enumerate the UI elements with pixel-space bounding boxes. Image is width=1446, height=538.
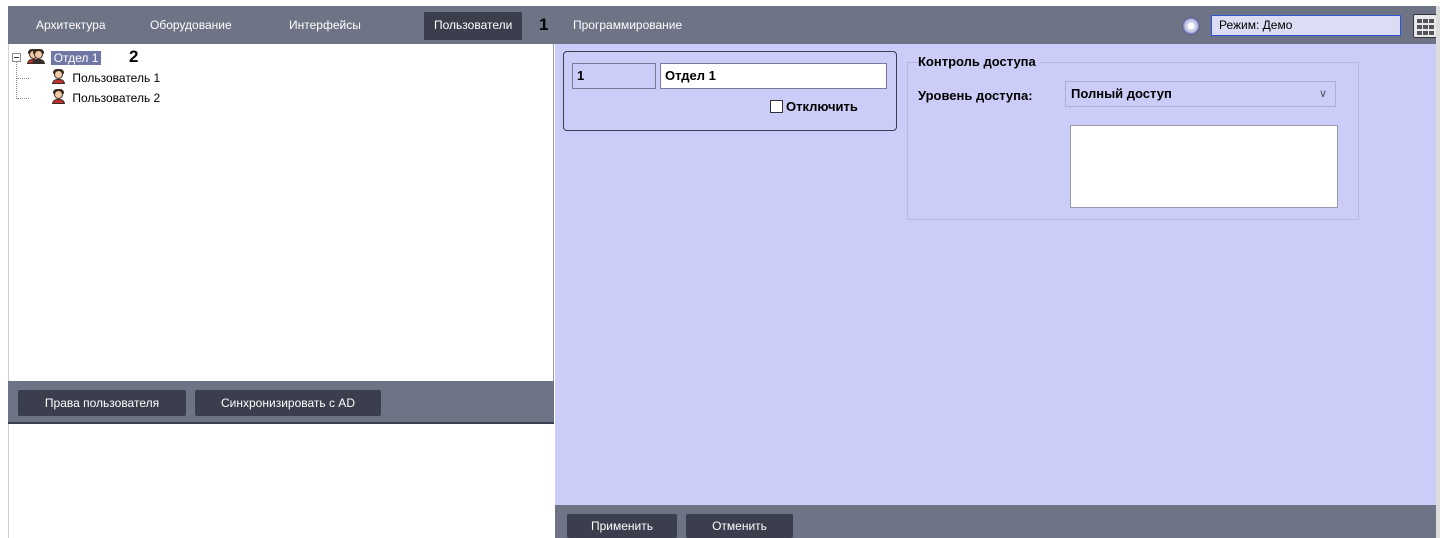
department-settings-panel: 1 Отдел 1 Отключить Контроль доступа Уро… <box>555 44 1436 505</box>
tree-node-department[interactable]: Отдел 1 <box>12 49 102 68</box>
mode-indicator[interactable]: Режим: Демо <box>1211 15 1401 36</box>
tree-node-label[interactable]: Отдел 1 <box>50 51 102 65</box>
tree-node-user[interactable]: Пользователь 2 <box>51 89 160 108</box>
collapse-icon[interactable] <box>12 53 21 62</box>
chevron-down-icon: ∨ <box>1318 88 1327 100</box>
access-level-select[interactable]: Полный доступ ∨ <box>1065 81 1336 107</box>
department-id-field[interactable]: 1 <box>572 63 656 89</box>
access-schedule-list[interactable] <box>1070 125 1338 208</box>
access-control-title: Контроль доступа <box>918 54 1040 69</box>
tab-interfaces[interactable]: Интерфейсы <box>289 12 361 40</box>
annotation-marker-1: 1 <box>539 15 549 34</box>
tab-architecture[interactable]: Архитектура <box>36 12 106 40</box>
tab-equipment[interactable]: Оборудование <box>150 12 232 40</box>
layout-grid-icon[interactable] <box>1413 14 1437 38</box>
user-rights-button[interactable]: Права пользователя <box>18 390 186 416</box>
user-rights-area <box>8 424 554 538</box>
object-tree-panel: Отдел 1 2 Пользователь 1 Пользователь 2 <box>8 44 554 381</box>
user-icon <box>51 89 65 104</box>
sync-ad-button[interactable]: Синхронизировать с AD <box>195 390 381 416</box>
tree-node-label[interactable]: Пользователь 2 <box>72 91 160 105</box>
tab-users[interactable]: Пользователи <box>424 12 523 40</box>
mode-icon[interactable] <box>1182 17 1200 35</box>
tree-node-label[interactable]: Пользователь 1 <box>72 71 160 85</box>
disable-label: Отключить <box>786 99 858 114</box>
access-level-label: Уровень доступа: <box>918 88 1033 103</box>
window-edge <box>1436 6 1440 538</box>
department-identity-group: 1 Отдел 1 Отключить <box>563 51 897 131</box>
annotation-marker-2: 2 <box>129 47 139 66</box>
user-icon <box>51 69 65 84</box>
tree-node-user[interactable]: Пользователь 1 <box>51 69 160 88</box>
user-actions-bar: Права пользователя Синхронизировать с AD <box>8 381 554 424</box>
department-icon <box>26 49 46 64</box>
apply-button[interactable]: Применить <box>567 514 677 538</box>
tree-connector <box>17 98 29 99</box>
department-name-field[interactable]: Отдел 1 <box>660 63 887 89</box>
form-footer: Применить Отменить <box>555 505 1436 538</box>
cancel-button[interactable]: Отменить <box>686 514 793 538</box>
tab-programming[interactable]: Программирование <box>573 12 682 40</box>
access-level-value: Полный доступ <box>1071 86 1172 101</box>
tree-connector <box>17 78 29 79</box>
checkbox-icon[interactable] <box>770 100 783 113</box>
top-navigation-bar: Архитектура Оборудование Интерфейсы Поль… <box>8 6 1438 44</box>
disable-checkbox[interactable]: Отключить <box>770 99 858 117</box>
